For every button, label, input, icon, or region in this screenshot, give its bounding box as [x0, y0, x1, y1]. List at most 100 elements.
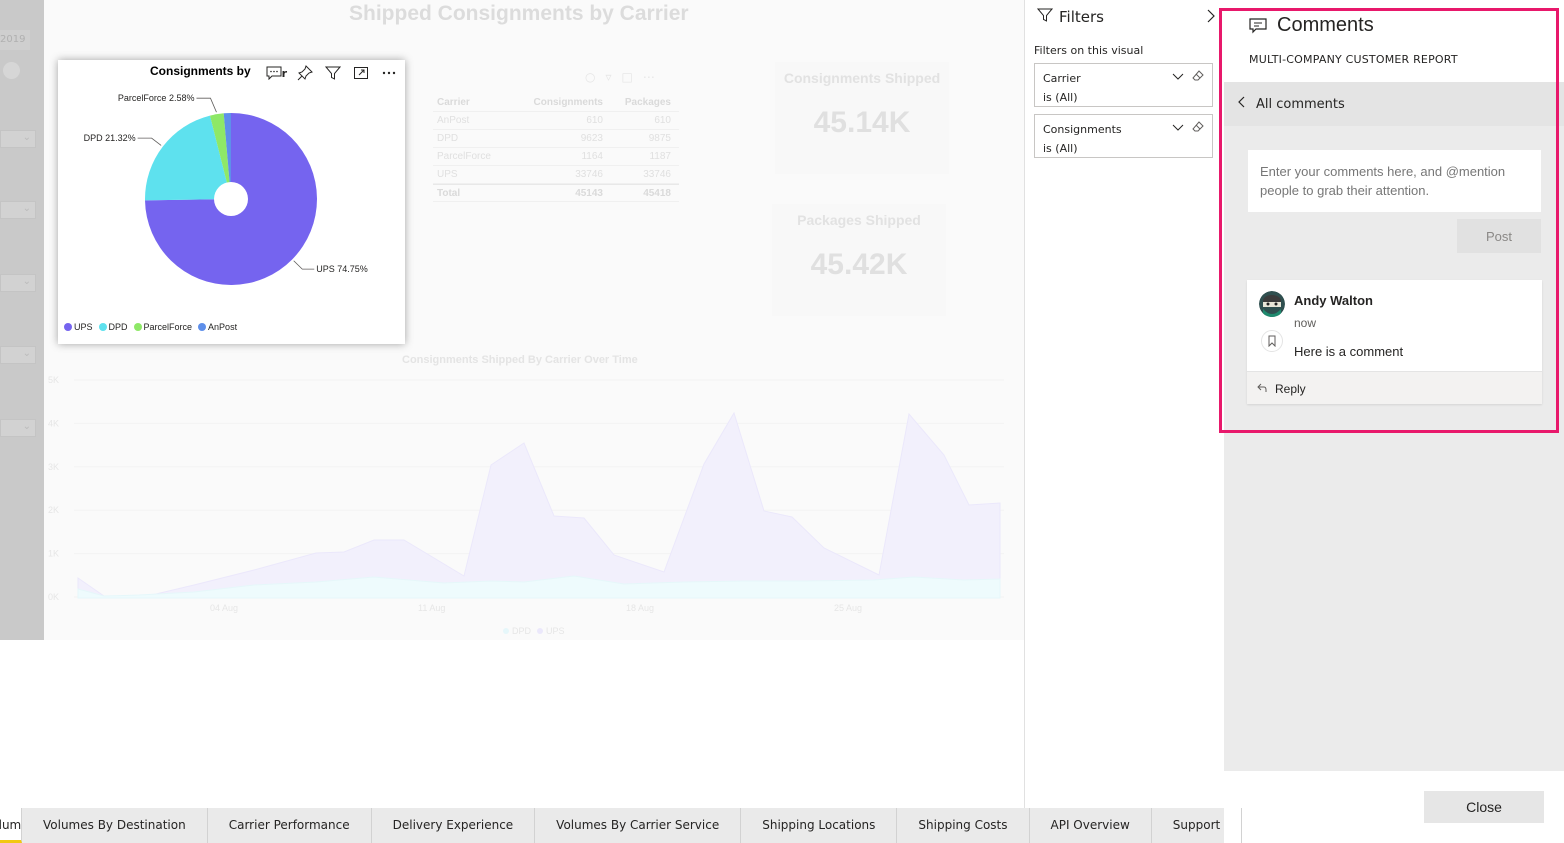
legend-item[interactable]: UPS	[64, 322, 93, 332]
table-row: UPS 33746 33746	[433, 166, 679, 184]
comments-header: Comments MULTI-COMPANY CUSTOMER REPORT	[1224, 0, 1564, 82]
x-tick-label: 04 Aug	[210, 603, 238, 613]
slicer-toggle[interactable]	[3, 62, 20, 79]
tab-volumes-by-carrier[interactable]: Volumes By Carrier	[0, 808, 22, 843]
comments-nav-bar: All comments	[1224, 82, 1564, 126]
tab-api-overview[interactable]: API Overview	[1030, 808, 1152, 843]
tab-shipping-costs[interactable]: Shipping Costs	[897, 808, 1030, 843]
tab-label: Volumes By Carrier	[0, 818, 22, 832]
filter-card-consignments[interactable]: Consignments is (All)	[1034, 114, 1213, 158]
y-tick-label: 0K	[48, 592, 59, 602]
chevron-down-icon[interactable]	[1172, 69, 1184, 88]
slicer-dropdown[interactable]: ⌄	[0, 274, 36, 292]
y-tick-label: 4K	[48, 418, 59, 428]
table-cell: DPD	[437, 133, 459, 144]
post-button[interactable]: Post	[1457, 219, 1541, 253]
leader-line	[196, 97, 217, 113]
legend-swatch	[133, 323, 142, 331]
table-cell: 610	[586, 115, 603, 126]
card-value: 45.42K	[810, 248, 908, 281]
legend-label: AnPost	[208, 322, 238, 332]
table-cell: UPS	[437, 169, 458, 180]
slicer-dropdown[interactable]: ⌄	[0, 130, 36, 148]
clear-filter-icon[interactable]	[1192, 69, 1204, 88]
column-header[interactable]: Packages	[607, 94, 675, 111]
column-header[interactable]: Consignments	[515, 94, 607, 111]
table-cell: 1187	[649, 151, 671, 162]
close-button[interactable]: Close	[1424, 791, 1544, 823]
reply-button[interactable]: Reply	[1257, 382, 1306, 396]
clear-filter-icon[interactable]	[1192, 120, 1204, 139]
slicer-dropdown[interactable]: ⌄	[0, 419, 36, 437]
y-tick-label: 2K	[48, 505, 59, 515]
y-tick-label: 5K	[48, 375, 59, 385]
slicer-dropdown[interactable]: ⌄	[0, 346, 36, 364]
filters-pane: Filters Filters on this visual Carrier i…	[1024, 0, 1224, 808]
table-visual-toolbar: ○▿□⋯	[585, 70, 665, 84]
area-chart-title: Consignments Shipped By Carrier Over Tim…	[402, 354, 638, 366]
table-cell: ParcelForce	[437, 151, 491, 162]
table-cell: 9875	[648, 133, 671, 144]
column-header[interactable]: Carrier	[433, 94, 515, 111]
leader-line	[293, 260, 315, 270]
chevron-right-icon[interactable]	[1206, 8, 1216, 27]
ups-area	[77, 411, 1001, 599]
table-total-row: Total 45143 45418	[433, 184, 679, 202]
table-cell: AnPost	[437, 115, 470, 126]
tab-delivery-experience[interactable]: Delivery Experience	[372, 808, 536, 843]
slice-label: ParcelForce 2.58%	[118, 93, 195, 103]
slicer-strip: 2019 ⌄ ⌄ ⌄ ⌄ ⌄	[0, 0, 44, 640]
page-title: Shipped Consignments by Carrier	[349, 2, 689, 25]
filters-header: Filters	[1036, 7, 1104, 27]
donut-hole	[214, 182, 248, 216]
consignments-shipped-card: Consignments Shipped 45.14K	[775, 62, 949, 174]
card-label: Packages Shipped	[797, 212, 921, 228]
tab-support[interactable]: Support	[1152, 808, 1243, 843]
leader-line	[137, 137, 162, 146]
comment-author: Andy Walton	[1294, 293, 1373, 308]
filter-icon	[1036, 7, 1054, 27]
area-legend: DPD UPS	[503, 626, 565, 636]
comment-time: now	[1294, 316, 1317, 330]
all-comments-label: All comments	[1256, 96, 1345, 112]
legend-swatch	[198, 323, 207, 331]
carrier-table: Carrier Consignments Packages AnPost 610…	[433, 94, 679, 202]
legend-item[interactable]: DPD	[98, 322, 128, 332]
visual-title-overflow: r	[281, 66, 287, 80]
table-cell: 45143	[575, 188, 603, 199]
table-cell: 1164	[581, 151, 603, 162]
chevron-down-icon[interactable]	[1172, 120, 1184, 139]
filters-section-label: Filters on this visual	[1034, 44, 1144, 57]
all-comments-link[interactable]: All comments	[1238, 96, 1345, 112]
card-label: Consignments Shipped	[783, 70, 941, 86]
pie-legend: UPS DPD ParcelForce AnPost	[64, 322, 237, 332]
filter-state: is (All)	[1043, 142, 1078, 155]
page-tab-bar: Volumes By Carrier Volumes By Destinatio…	[0, 808, 1243, 843]
comment-input[interactable]: Enter your comments here, and @mention p…	[1248, 150, 1541, 212]
table-cell: 33746	[575, 169, 603, 180]
chevron-down-icon: ⌄	[22, 421, 31, 432]
y-tick-label: 1K	[48, 549, 59, 559]
tab-shipping-locations[interactable]: Shipping Locations	[741, 808, 898, 843]
chevron-left-icon	[1238, 96, 1246, 112]
slicer-dropdown[interactable]: ⌄	[0, 201, 36, 219]
comments-title: Comments	[1277, 14, 1374, 36]
comment-card: Andy Walton now Here is a comment Reply	[1247, 280, 1542, 404]
filter-card-carrier[interactable]: Carrier is (All)	[1034, 63, 1213, 107]
legend-item[interactable]: ParcelForce	[133, 322, 192, 332]
visual-title: Consignments by	[150, 64, 251, 78]
pie-chart-visual[interactable]: Consignments by r UPS 74.75% DPD 21.32% Pa…	[58, 60, 405, 344]
table-header-row: Carrier Consignments Packages	[433, 94, 679, 112]
legend-label: DPD	[108, 322, 128, 332]
tab-carrier-performance[interactable]: Carrier Performance	[208, 808, 372, 843]
bookmark-icon[interactable]	[1261, 330, 1283, 352]
table-row: AnPost 610 610	[433, 112, 679, 130]
legend-item[interactable]: AnPost	[198, 322, 237, 332]
filter-state: is (All)	[1043, 91, 1078, 104]
legend-label: UPS	[546, 626, 565, 636]
tab-volumes-by-carrier-service[interactable]: Volumes By Carrier Service	[535, 808, 742, 843]
tab-volumes-by-destination[interactable]: Volumes By Destination	[22, 808, 208, 843]
comment-text: Here is a comment	[1294, 344, 1404, 359]
pie-chart: UPS 74.75% DPD 21.32% ParcelForce 2.58%	[84, 93, 368, 285]
slicer-year: 2019	[0, 30, 30, 50]
